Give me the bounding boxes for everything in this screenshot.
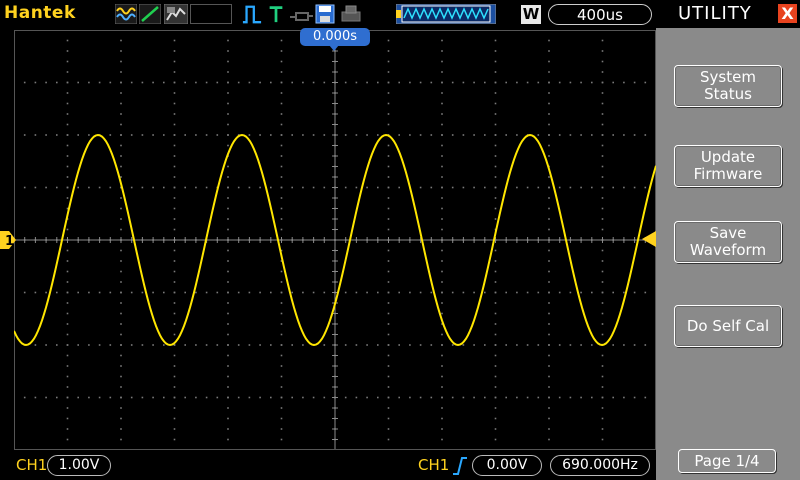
trigger-level[interactable]: 0.00V [472, 455, 542, 476]
close-button[interactable]: X [778, 4, 797, 23]
panel-title: UTILITY [678, 3, 752, 24]
ch1-scale[interactable]: 1.00V [47, 455, 111, 476]
printer-icon[interactable] [340, 4, 362, 24]
pulse-edge-icon[interactable] [240, 4, 264, 24]
waveform-window-icon [396, 4, 496, 24]
panel-title-bar: UTILITY X [656, 0, 800, 28]
frequency-readout: 690.000Hz [550, 455, 650, 476]
page-button[interactable]: Page 1/4 [678, 449, 776, 473]
brand-logo: Hantek [4, 3, 76, 23]
button-line: System [700, 68, 756, 86]
button-line: Save [709, 224, 747, 242]
top-status-bar: Hantek W 400us [0, 0, 656, 30]
ch1-marker-label: 1 [5, 234, 14, 249]
floppy-icon[interactable] [315, 4, 335, 24]
wave-icon[interactable] [115, 4, 137, 24]
trigger-level-marker[interactable] [642, 231, 656, 247]
trigger-position-label[interactable]: 0.000s [300, 28, 370, 46]
empty-slot [190, 4, 232, 24]
save-waveform-button[interactable]: Save Waveform [674, 221, 782, 263]
button-line: Waveform [689, 241, 767, 259]
trigger-source-label: CH1 [418, 456, 450, 474]
waveform-display[interactable] [14, 30, 656, 450]
ch1-ground-marker[interactable]: 1 [0, 231, 16, 249]
rising-edge-icon [453, 457, 467, 475]
trigger-position-arrow-icon [329, 45, 339, 51]
button-line: Firmware [693, 165, 763, 183]
trigger-t-icon[interactable] [266, 4, 286, 24]
ch1-label: CH1 [16, 456, 48, 474]
button-line: Update [700, 148, 756, 166]
ramp-icon[interactable] [139, 4, 161, 24]
timebase-display[interactable]: 400us [548, 4, 652, 25]
button-line: Do Self Cal [686, 316, 770, 335]
grid-icon[interactable] [164, 4, 188, 24]
button-line: Status [704, 85, 752, 103]
probe-icon[interactable] [288, 4, 314, 24]
utility-menu-panel: UTILITY X System Status Update Firmware Sa… [656, 0, 800, 480]
update-firmware-button[interactable]: Update Firmware [674, 145, 782, 187]
window-badge: W [521, 5, 541, 24]
system-status-button[interactable]: System Status [674, 65, 782, 107]
self-calibration-button[interactable]: Do Self Cal [674, 305, 782, 347]
